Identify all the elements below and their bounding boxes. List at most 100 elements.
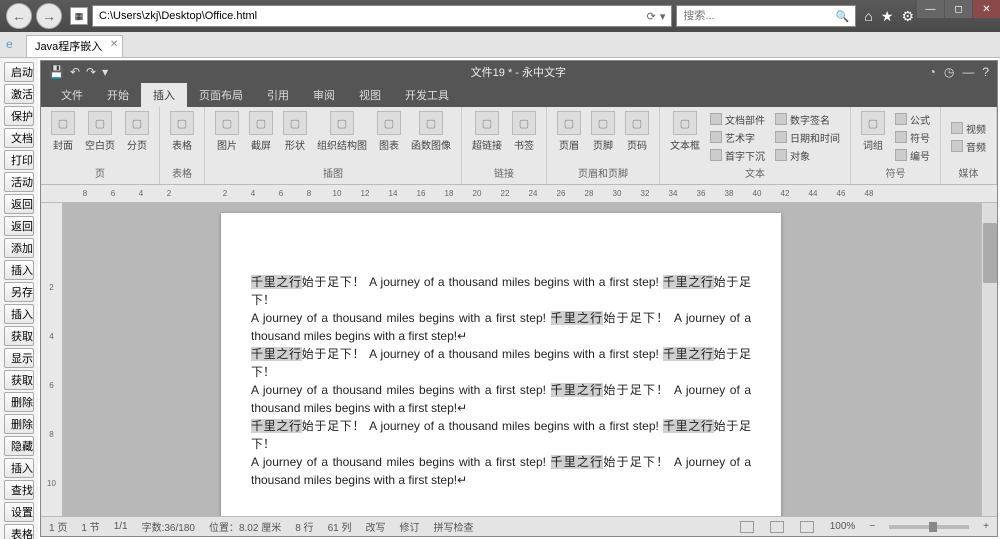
close-button[interactable]: ✕: [972, 0, 1000, 18]
status-overwrite[interactable]: 改写: [365, 519, 385, 534]
settings-icon[interactable]: ⚙: [901, 8, 914, 25]
zoom-out-icon[interactable]: −: [869, 521, 875, 532]
sidebar-button-13[interactable]: 显示书签: [4, 348, 34, 368]
sidebar-button-10[interactable]: 另存为: [4, 282, 34, 302]
sidebar-button-2[interactable]: 保护文档: [4, 106, 34, 126]
ribbon-tab-0[interactable]: 文件: [49, 83, 95, 107]
ribbon-item[interactable]: ▢图片: [211, 109, 243, 165]
ribbon-mini-item[interactable]: 数字签名: [771, 111, 844, 128]
view-print-icon[interactable]: [740, 521, 754, 533]
ribbon-item[interactable]: ▢超链接: [468, 109, 506, 165]
status-spell[interactable]: 拼写检查: [433, 519, 473, 534]
tab-close-icon[interactable]: ✕: [110, 39, 118, 50]
ribbon-mini-item[interactable]: 艺术字: [706, 129, 769, 146]
ribbon-tab-6[interactable]: 视图: [347, 83, 393, 107]
ribbon-item[interactable]: ▢形状: [279, 109, 311, 165]
ribbon-tab-2[interactable]: 插入: [141, 83, 187, 107]
home-icon[interactable]: ⌂: [864, 8, 872, 25]
view-read-icon[interactable]: [770, 521, 784, 533]
zoom-level[interactable]: 100%: [830, 521, 856, 532]
ribbon-mini-item[interactable]: 公式: [891, 111, 934, 128]
ribbon-mini-item[interactable]: 符号: [891, 129, 934, 146]
ribbon-item-label: 组织结构图: [317, 137, 367, 152]
undo-icon[interactable]: ↶: [70, 65, 80, 79]
ribbon-item[interactable]: ▢分页: [121, 109, 153, 165]
ribbon-tab-4[interactable]: 引用: [255, 83, 301, 107]
ribbon-item[interactable]: ▢词组: [857, 109, 889, 165]
scroll-thumb[interactable]: [983, 223, 997, 283]
tab-title: Java程序嵌入: [35, 41, 102, 53]
zoom-in-icon[interactable]: +: [983, 521, 989, 532]
sidebar-button-19[interactable]: 查找: [4, 480, 34, 500]
ribbon-item[interactable]: ▢文本框: [666, 109, 704, 165]
user-icon[interactable]: ◔: [929, 65, 936, 79]
ribbon-mini-item[interactable]: 对象: [771, 147, 844, 164]
zoom-slider[interactable]: [889, 525, 969, 529]
search-box[interactable]: 🔍: [676, 5, 856, 27]
search-input[interactable]: [683, 10, 835, 22]
ribbon-item[interactable]: ▢函数图像: [407, 109, 455, 165]
ribbon-item[interactable]: ▢封面: [47, 109, 79, 165]
sidebar-button-21[interactable]: 表格Application: [4, 524, 34, 539]
ribbon-mini-item[interactable]: 视频: [947, 120, 990, 137]
url-input[interactable]: [99, 10, 643, 22]
ribbon-item[interactable]: ▢图表: [373, 109, 405, 165]
ribbon-tab-3[interactable]: 页面布局: [187, 83, 255, 107]
address-bar[interactable]: ⟳ ▾: [92, 5, 672, 27]
back-button[interactable]: ←: [6, 3, 32, 29]
help-icon[interactable]: ?: [982, 65, 989, 79]
ribbon-item[interactable]: ▢页脚: [587, 109, 619, 165]
document-page[interactable]: 千里之行始于足下！ A journey of a thousand miles …: [221, 213, 781, 516]
ribbon-item[interactable]: ▢截屏: [245, 109, 277, 165]
ribbon-mini-item[interactable]: 首字下沉: [706, 147, 769, 164]
search-icon[interactable]: 🔍: [836, 10, 850, 23]
ribbon-tab-5[interactable]: 审阅: [301, 83, 347, 107]
redo-icon[interactable]: ↷: [86, 65, 96, 79]
ribbon-item[interactable]: ▢书签: [508, 109, 540, 165]
sidebar-button-16[interactable]: 删除编辑器: [4, 414, 34, 434]
maximize-button[interactable]: ◻: [944, 0, 972, 18]
sidebar-button-8[interactable]: 添加节: [4, 238, 34, 258]
sidebar-button-20[interactable]: 设置区域: [4, 502, 34, 522]
favorites-icon[interactable]: ★: [881, 8, 894, 25]
dropdown-icon[interactable]: ▾: [660, 10, 666, 23]
ribbon-tab-1[interactable]: 开始: [95, 83, 141, 107]
sidebar-button-7[interactable]: 返回InlineShapes: [4, 216, 34, 236]
sidebar-button-3[interactable]: 文档名称: [4, 128, 34, 148]
sidebar-button-17[interactable]: 隐藏编辑区域: [4, 436, 34, 456]
ribbon-mini-item[interactable]: 编号: [891, 147, 934, 164]
view-web-icon[interactable]: [800, 521, 814, 533]
browser-tab[interactable]: Java程序嵌入 ✕: [26, 35, 123, 57]
sidebar-button-15[interactable]: 删除列: [4, 392, 34, 412]
sidebar-button-11[interactable]: 插入文件: [4, 304, 34, 324]
sidebar-button-14[interactable]: 获取页眉Shapes: [4, 370, 34, 390]
vertical-scrollbar[interactable]: [981, 203, 997, 516]
sidebar-button-12[interactable]: 获取第一页: [4, 326, 34, 346]
sidebar-button-1[interactable]: 激活主窗口: [4, 84, 34, 104]
ribbon-item[interactable]: ▢表格: [166, 109, 198, 165]
minimize-ribbon-icon[interactable]: —: [962, 65, 974, 79]
sidebar-button-4[interactable]: 打印预览: [4, 150, 34, 170]
minimize-button[interactable]: —: [916, 0, 944, 18]
sidebar-button-6[interactable]: 返回Application: [4, 194, 34, 214]
ribbon-item[interactable]: ▢空白页: [81, 109, 119, 165]
ribbon-item[interactable]: ▢页码: [621, 109, 653, 165]
save-icon[interactable]: 💾: [49, 65, 64, 79]
sidebar-button-0[interactable]: 启动Office: [4, 62, 34, 82]
sidebar-button-18[interactable]: 插入图片: [4, 458, 34, 478]
forward-button[interactable]: →: [36, 3, 62, 29]
ribbon-item-icon: ▢: [125, 111, 149, 135]
ribbon-mini-item[interactable]: 文档部件: [706, 111, 769, 128]
ribbon-item[interactable]: ▢组织结构图: [313, 109, 371, 165]
ribbon-mini-item[interactable]: 日期和时间: [771, 129, 844, 146]
ribbon-options-icon[interactable]: ◷: [944, 65, 954, 79]
refresh-icon[interactable]: ⟳: [647, 10, 656, 23]
ribbon-mini-item[interactable]: 音频: [947, 138, 990, 155]
qat-dropdown-icon[interactable]: ▾: [102, 65, 108, 79]
document-area[interactable]: 246810 千里之行始于足下！ A journey of a thousand…: [41, 203, 997, 516]
sidebar-button-9[interactable]: 插入文本: [4, 260, 34, 280]
ribbon-tab-7[interactable]: 开发工具: [393, 83, 461, 107]
status-track[interactable]: 修订: [399, 519, 419, 534]
sidebar-button-5[interactable]: 活动窗口: [4, 172, 34, 192]
ribbon-item[interactable]: ▢页眉: [553, 109, 585, 165]
